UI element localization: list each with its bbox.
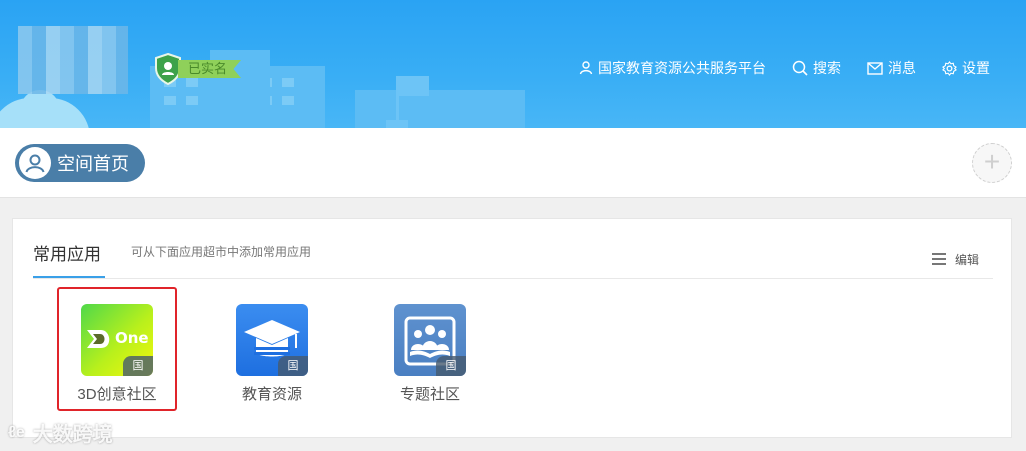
- add-button[interactable]: +: [972, 143, 1012, 183]
- app-topic-community[interactable]: 国 专题社区: [370, 287, 490, 404]
- cloud-decoration: [20, 90, 60, 128]
- nav-platform-label: 国家教育资源公共服务平台: [598, 60, 766, 76]
- graduation-cap-icon: 国: [236, 304, 308, 376]
- space-home-button[interactable]: 空间首页: [15, 144, 145, 182]
- verified-badge: 已实名: [154, 52, 242, 86]
- nav-messages-label: 消息: [888, 60, 916, 76]
- nav-settings-label: 设置: [962, 60, 990, 76]
- app-label: 专题社区: [399, 386, 460, 403]
- edit-button[interactable]: 编辑: [931, 250, 979, 268]
- national-badge: 国: [278, 356, 308, 376]
- app-grid: One 国 3D创意社区 国 教育资源 国 专题社区: [13, 287, 1013, 417]
- panel-header: 常用应用 可从下面应用超市中添加常用应用 编辑: [33, 219, 993, 279]
- app-education-resources[interactable]: 国 教育资源: [212, 287, 332, 404]
- nav-settings-button[interactable]: 设置: [942, 58, 990, 78]
- nav-platform-link[interactable]: 国家教育资源公共服务平台: [579, 58, 766, 78]
- user-icon: [579, 61, 593, 75]
- national-badge: 国: [123, 356, 153, 376]
- user-avatar-blurred[interactable]: [18, 26, 128, 94]
- nav-search-label: 搜索: [813, 60, 841, 76]
- nav-search-button[interactable]: 搜索: [792, 58, 841, 78]
- nav-messages-button[interactable]: 消息: [867, 58, 916, 78]
- top-navigation: 国家教育资源公共服务平台 搜索 消息 设置: [553, 58, 990, 78]
- app-label: 3D创意社区: [77, 386, 157, 403]
- 3d-one-logo-icon: One 国: [81, 304, 153, 376]
- header-banner: 已实名 国家教育资源公共服务平台 搜索 消息 设置: [0, 0, 1026, 128]
- app-label: 教育资源: [241, 386, 302, 403]
- panel-hint: 可从下面应用超市中添加常用应用: [131, 245, 312, 259]
- watermark: ℓe 大数跨境: [8, 418, 113, 447]
- mail-icon: [867, 61, 883, 75]
- shield-icon: [154, 52, 182, 86]
- tab-common-apps[interactable]: 常用应用: [33, 240, 101, 265]
- common-apps-panel: 常用应用 可从下面应用超市中添加常用应用 编辑 One 国 3D创意社区 国 教…: [12, 218, 1012, 438]
- app-3d-creative-community[interactable]: One 国 3D创意社区: [57, 287, 177, 411]
- app-logo-text: One: [115, 329, 149, 347]
- verified-label: 已实名: [178, 60, 242, 78]
- background-building-right: [355, 90, 525, 128]
- watermark-logo: ℓe: [8, 423, 25, 441]
- flag-icon: [399, 76, 429, 96]
- national-badge: 国: [436, 356, 466, 376]
- space-home-label: 空间首页: [57, 154, 129, 174]
- menu-icon: [931, 250, 946, 268]
- gear-icon: [942, 60, 957, 76]
- edit-label: 编辑: [954, 252, 979, 267]
- watermark-text: 大数跨境: [32, 424, 113, 446]
- avatar-icon: [19, 147, 51, 179]
- active-tab-indicator: [33, 276, 105, 278]
- flag-base: [386, 120, 408, 128]
- reading-community-icon: 国: [394, 304, 466, 376]
- space-bar: 空间首页 +: [0, 128, 1026, 198]
- search-icon: [792, 60, 808, 76]
